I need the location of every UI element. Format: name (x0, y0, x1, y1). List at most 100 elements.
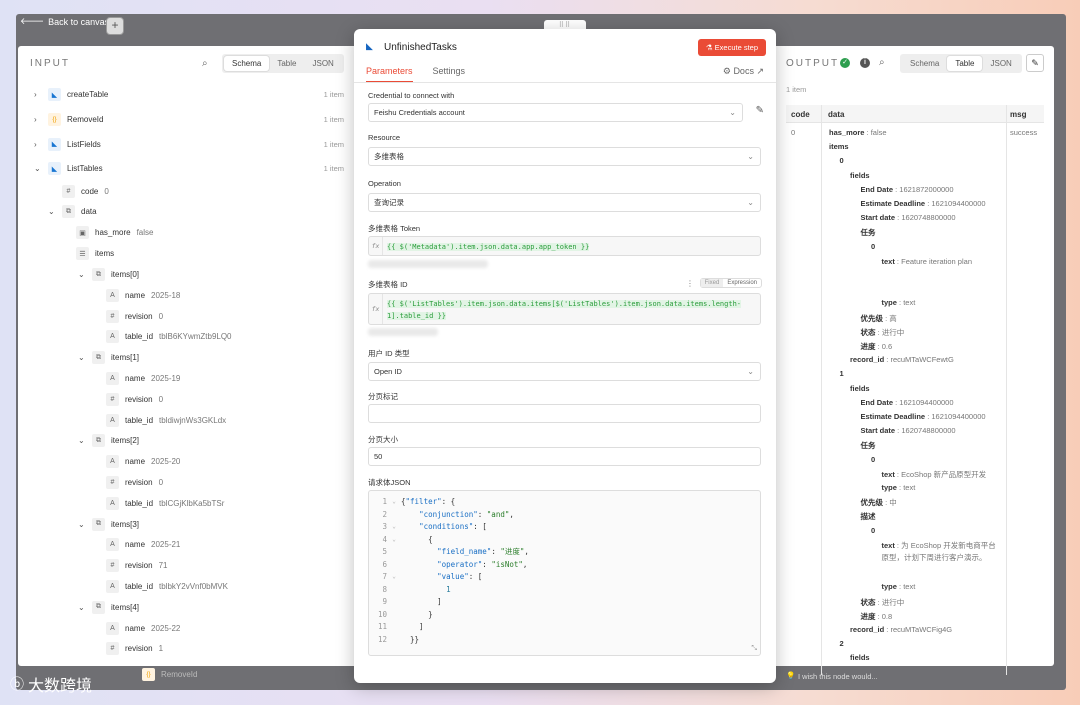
page-token-input[interactable] (368, 404, 761, 423)
resize-icon[interactable]: ⤡ (751, 644, 757, 653)
chevron-right-icon[interactable]: › (34, 140, 42, 149)
page-size-input[interactable]: 50 (368, 447, 761, 466)
node-row[interactable]: › ◣ createTable (34, 88, 108, 101)
resource-label: Resource (368, 133, 401, 142)
fold-chevron-icon[interactable]: ⌄ (387, 521, 401, 534)
data-key: fields (850, 653, 870, 663)
user-id-type-select[interactable]: Open ID ⌄ (368, 362, 761, 381)
data-line: has_more : false (829, 128, 887, 137)
gutter (387, 609, 401, 622)
fixed-expression-toggle[interactable]: Fixed Expression (699, 278, 762, 288)
array-item[interactable]: ⌄ ⧉ items[0] (78, 268, 139, 281)
field-revision[interactable]: # revision 0 (106, 392, 163, 406)
edit-pencil-icon[interactable]: ✎ (1026, 54, 1044, 72)
resource-select[interactable]: 多维表格 ⌄ (368, 147, 761, 166)
execute-step-button[interactable]: ⚗ Execute step (697, 39, 766, 56)
line-number: 7 (382, 572, 387, 581)
data-value: EcoShop 新产品原型开发 (901, 469, 987, 479)
data-key: text (881, 256, 895, 266)
fold-chevron-icon[interactable]: ⌄ (387, 534, 401, 547)
array-item[interactable]: ⌄ ⧉ items[3] (78, 517, 139, 531)
feishu-icon: ◣ (48, 162, 61, 176)
expression-option[interactable]: Expression (723, 279, 761, 287)
tab-settings[interactable]: Settings (433, 66, 466, 83)
node-row[interactable]: {} RemoveId (142, 668, 197, 681)
field-revision[interactable]: # revision 1 (106, 642, 163, 656)
edit-pencil-icon[interactable]: ✎ (756, 105, 764, 116)
field-revision-value: 0 (158, 311, 164, 321)
data-line: End Date : 1621094400000 (861, 398, 954, 407)
chevron-right-icon[interactable]: › (34, 115, 42, 124)
table-id-expression-input[interactable]: fx{{ $('ListTables').item.json.data.item… (368, 293, 761, 325)
field-name-value: 2025-19 (151, 374, 181, 383)
tab-table[interactable]: Table (269, 56, 304, 71)
tab-schema[interactable]: Schema (224, 56, 270, 71)
chevron-down-icon[interactable]: ⌄ (34, 164, 42, 173)
add-node-button[interactable]: + (106, 17, 124, 35)
tab-json[interactable]: JSON (304, 56, 341, 71)
node-title[interactable]: UnfinishedTasks (384, 42, 457, 53)
field-table-id[interactable]: Atable_id tblbkY2vVnf0bMVK (106, 580, 228, 593)
chevron-down-icon[interactable]: ⌄ (78, 603, 86, 612)
docs-link[interactable]: ⚙ Docs ↗ (723, 66, 764, 77)
field-name[interactable]: Aname 2025-20 (106, 455, 180, 469)
feedback-bar[interactable]: 💡 I wish this node would... (776, 668, 1066, 686)
data-key: 1 (839, 369, 844, 379)
data-key: 进度 (860, 611, 876, 621)
fold-chevron-icon[interactable]: ⌄ (387, 496, 401, 509)
chevron-down-icon[interactable]: ⌄ (48, 207, 56, 216)
number-type-icon: # (106, 559, 119, 573)
node-row[interactable]: ⌄ ◣ ListTables (34, 162, 103, 176)
field-revision[interactable]: # revision 71 (106, 559, 167, 573)
field-table-id-key: table_id (125, 498, 154, 508)
code-line: 5 "field_name": "进度", (369, 546, 760, 559)
code-text: "field_name": "进度", (437, 547, 529, 556)
field-name-key: name (125, 457, 146, 467)
fixed-option[interactable]: Fixed (700, 279, 724, 287)
node-row[interactable]: › {} RemoveId (34, 112, 103, 126)
chevron-down-icon[interactable]: ⌄ (78, 436, 86, 445)
chevron-right-icon[interactable]: › (34, 90, 42, 99)
array-item[interactable]: ⌄ ⧉ items[2] (78, 434, 139, 448)
back-to-canvas-link[interactable]: 🡐 Back to canvas (20, 16, 109, 27)
field-name[interactable]: Aname 2025-18 (106, 288, 180, 302)
field-revision[interactable]: # revision 0 (106, 309, 164, 323)
array-item[interactable]: ⌄ ⧉ items[1] (78, 351, 139, 365)
feishu-icon: ◣ (366, 41, 373, 51)
field-name[interactable]: Aname 2025-22 (106, 621, 180, 635)
field-table-id[interactable]: Atable_id tblB6KYwmZtb9LQ0 (106, 330, 232, 344)
chevron-down-icon[interactable]: ⌄ (78, 270, 86, 279)
divider (354, 82, 776, 83)
more-options-icon[interactable]: ⋮ (686, 279, 694, 288)
data-line: fields (850, 171, 870, 180)
chevron-down-icon[interactable]: ⌄ (78, 520, 86, 529)
field-revision-key: revision (125, 311, 153, 321)
field-name[interactable]: Aname 2025-19 (106, 372, 180, 385)
field-data[interactable]: ⌄ ⧉ data (48, 205, 97, 218)
token-expression-input[interactable]: fx{{ $('Metadata').item.json.data.app.ap… (368, 236, 761, 256)
credential-select[interactable]: Feishu Credentials account ⌄ (368, 103, 743, 122)
array-item[interactable]: ⌄ ⧉ items[4] (78, 600, 139, 614)
field-table-id[interactable]: Atable_id tblCGjKlbKa5bTSr (106, 496, 224, 510)
json-code-editor[interactable]: 1 ⌄ {"filter": {2 "conjunction": "and", 3 ⌄ … (368, 490, 761, 656)
data-key: record_id (850, 355, 885, 365)
data-value: false (870, 128, 887, 137)
field-has-more[interactable]: ▣ has_more false (76, 226, 153, 239)
tab-parameters[interactable]: Parameters (366, 66, 413, 83)
field-table-id-value: tblB6KYwmZtb9LQ0 (159, 332, 232, 342)
field-table-id[interactable]: Atable_id tbldiwjnWs3GKLdx (106, 413, 226, 427)
data-value: 1621094400000 (899, 397, 954, 407)
field-revision[interactable]: # revision 0 (106, 476, 163, 489)
field-code[interactable]: # code 0 (62, 185, 109, 198)
code-line: 1 ⌄ {"filter": { (369, 496, 760, 509)
fold-chevron-icon[interactable]: ⌄ (387, 571, 401, 584)
chevron-down-icon[interactable]: ⌄ (78, 353, 86, 362)
search-icon[interactable]: ⌕ (202, 58, 208, 69)
operation-select[interactable]: 查询记录 ⌄ (368, 193, 761, 212)
field-items[interactable]: ☰ items (76, 247, 114, 260)
field-data-key: data (81, 207, 97, 216)
string-type-icon: A (106, 538, 119, 552)
node-row[interactable]: › ◣ ListFields (34, 137, 101, 151)
field-name[interactable]: Aname 2025-21 (106, 538, 180, 552)
data-line: 0 (871, 455, 875, 464)
